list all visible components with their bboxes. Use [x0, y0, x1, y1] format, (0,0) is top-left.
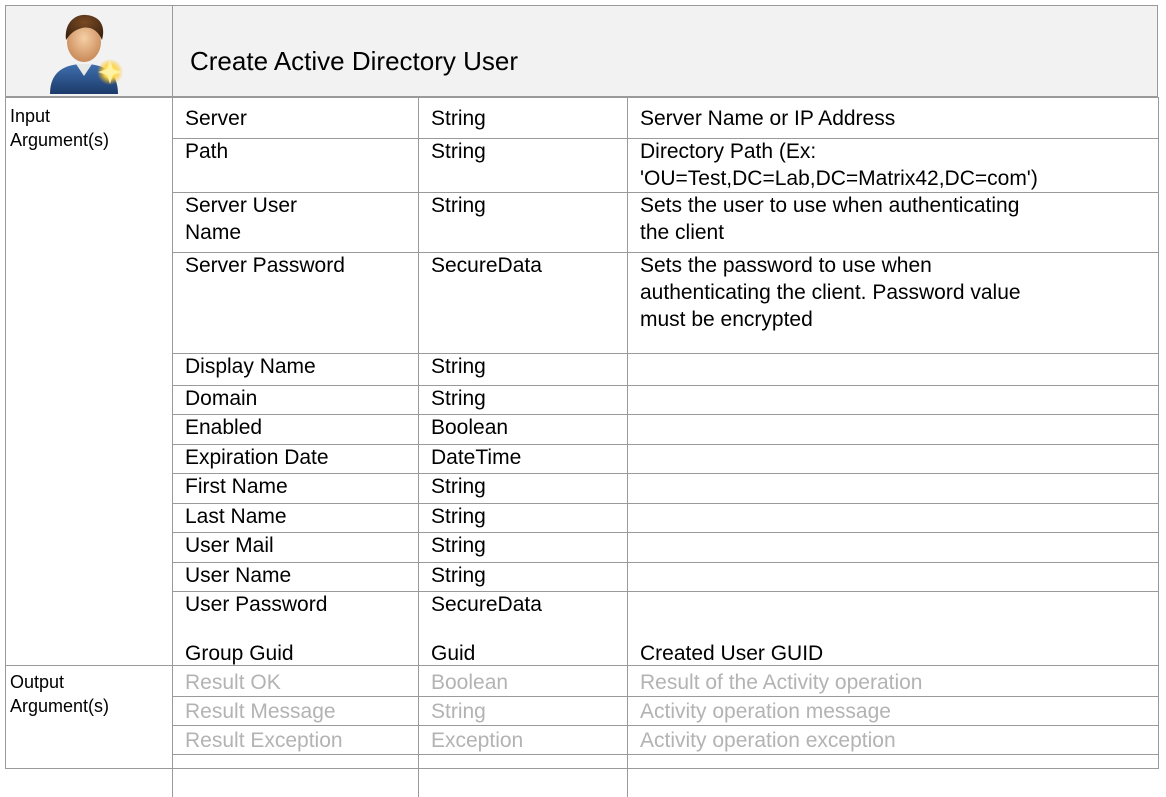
argument-name: Expiration Date — [185, 446, 329, 469]
table-top-border — [5, 97, 1159, 98]
column-divider — [172, 97, 173, 797]
argument-type: SecureData — [431, 254, 542, 277]
argument-name: User Name — [185, 564, 292, 587]
row-divider — [172, 385, 1159, 386]
argument-type: String — [431, 700, 486, 723]
table-bottom-border — [5, 768, 1159, 769]
argument-type: Exception — [431, 729, 524, 752]
argument-name: Server — [185, 107, 247, 130]
argument-description: Sets the user to use when authenticating — [640, 194, 1020, 217]
argument-type: String — [431, 564, 486, 587]
output-section-label-line2: Argument(s) — [10, 696, 110, 716]
row-divider — [172, 591, 1159, 592]
argument-type: String — [431, 140, 486, 163]
document-page: Create Active Directory User Input Argum… — [0, 0, 1166, 797]
argument-name: Domain — [185, 387, 258, 410]
argument-type: String — [431, 194, 486, 217]
header-row: Create Active Directory User — [5, 5, 1158, 97]
argument-description: Result of the Activity operation — [640, 671, 923, 694]
argument-name: Display Name — [185, 355, 316, 378]
user-star-icon — [50, 14, 123, 94]
table-border-vertical — [5, 768, 6, 797]
row-divider — [172, 473, 1159, 474]
row-divider — [172, 503, 1159, 504]
argument-name: Name — [185, 221, 242, 244]
input-section-label-line1: Input — [10, 106, 51, 126]
argument-name: Result OK — [185, 671, 281, 694]
argument-name: User Mail — [185, 534, 274, 557]
argument-description: the client — [640, 221, 725, 244]
argument-type: String — [431, 107, 486, 130]
argument-type: DateTime — [431, 446, 522, 469]
argument-type: String — [431, 475, 486, 498]
table-border-vertical — [5, 97, 6, 768]
row-divider — [172, 138, 1159, 139]
argument-description: Activity operation exception — [640, 729, 896, 752]
table-border-vertical — [1158, 97, 1159, 768]
page-title: Create Active Directory User — [190, 46, 518, 76]
argument-description: Sets the password to use when — [640, 254, 932, 277]
input-section-label-line2: Argument(s) — [10, 130, 110, 150]
row-divider — [172, 252, 1159, 253]
row-divider — [172, 562, 1159, 563]
argument-name: Group Guid — [185, 642, 294, 665]
argument-name: User Password — [185, 593, 328, 616]
row-divider — [172, 414, 1159, 415]
argument-description: Activity operation message — [640, 700, 891, 723]
argument-description: must be encrypted — [640, 308, 813, 331]
row-divider — [172, 192, 1159, 193]
argument-description: Directory Path (Ex: — [640, 140, 817, 163]
argument-type: String — [431, 387, 486, 410]
argument-name: Last Name — [185, 505, 287, 528]
column-divider — [627, 97, 628, 797]
argument-type: String — [431, 355, 486, 378]
argument-name: Path — [185, 140, 229, 163]
argument-type: Boolean — [431, 671, 509, 694]
argument-name: Server User — [185, 194, 298, 217]
row-divider — [172, 754, 1159, 755]
argument-type: Boolean — [431, 416, 509, 439]
argument-type: Guid — [431, 642, 476, 665]
argument-type: String — [431, 505, 486, 528]
argument-name: Server Password — [185, 254, 345, 277]
output-section-label-line1: Output — [10, 672, 65, 692]
column-divider — [418, 97, 419, 797]
argument-type: String — [431, 534, 486, 557]
argument-name: Enabled — [185, 416, 263, 439]
argument-type: SecureData — [431, 593, 542, 616]
argument-description: Server Name or IP Address — [640, 107, 896, 130]
argument-description: 'OU=Test,DC=Lab,DC=Matrix42,DC=com') — [640, 167, 1038, 190]
row-divider — [172, 532, 1159, 533]
argument-name: First Name — [185, 475, 288, 498]
argument-name: Result Message — [185, 700, 336, 723]
row-divider — [172, 696, 1159, 697]
argument-name: Result Exception — [185, 729, 343, 752]
row-divider — [172, 353, 1159, 354]
header-icon-cell — [6, 6, 173, 96]
section-divider — [5, 665, 1159, 666]
argument-description: Created User GUID — [640, 642, 824, 665]
row-divider — [172, 444, 1159, 445]
row-divider — [172, 725, 1159, 726]
argument-description: authenticating the client. Password valu… — [640, 281, 1021, 304]
